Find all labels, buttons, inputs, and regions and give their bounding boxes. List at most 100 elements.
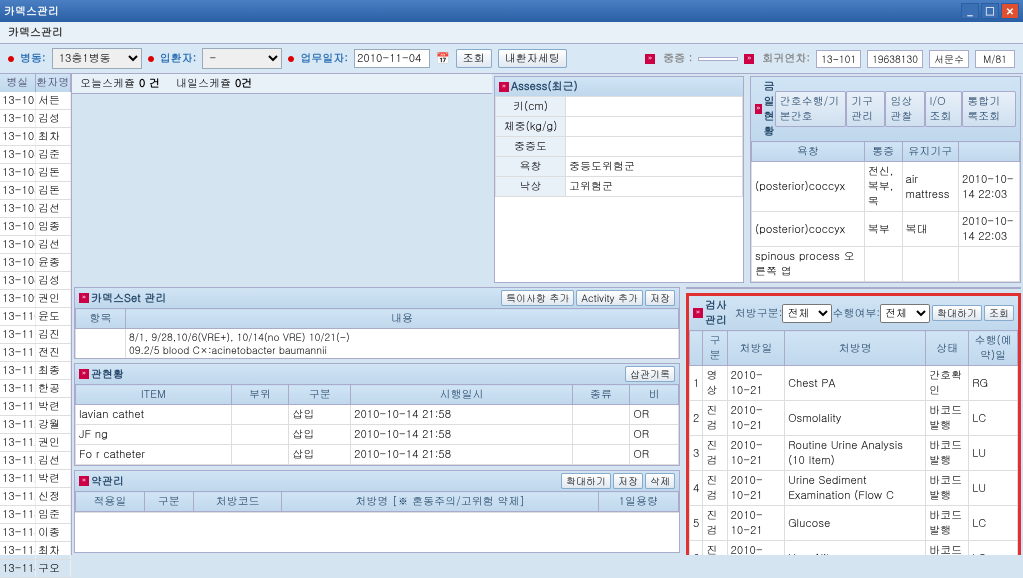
inpatient-label: 입환자: bbox=[160, 51, 197, 66]
cardex-set-title: 카덱스Set 관리 bbox=[91, 291, 499, 306]
btn-search[interactable]: 조회 bbox=[984, 305, 1014, 321]
schedule-bar: 오늘스케쥴0 건 내일스케쥴0건 bbox=[72, 74, 492, 94]
close-button[interactable]: ✕ bbox=[1001, 3, 1019, 19]
exam-title: 검사관리 bbox=[705, 298, 735, 328]
patient-row[interactable]: 13-113임준 bbox=[0, 506, 71, 524]
expand-icon[interactable]: » bbox=[79, 476, 89, 486]
patient-row[interactable]: 13-104김선 bbox=[0, 200, 71, 218]
expand-icon[interactable]: » bbox=[499, 82, 509, 92]
return-label: 회귀연차: bbox=[762, 51, 810, 66]
exam-row[interactable]: 4진검2010-10-21Urine Sediment Examination … bbox=[690, 471, 1018, 506]
ward-select[interactable]: 13층1병동 bbox=[52, 48, 142, 69]
patient-row[interactable]: 13-107윤종 bbox=[0, 254, 71, 272]
calendar-icon[interactable]: 📅 bbox=[436, 51, 450, 66]
patient-row[interactable]: 13-103김준 bbox=[0, 146, 71, 164]
expand-icon[interactable]: » bbox=[755, 104, 762, 114]
patient-row[interactable]: 13-112박련 bbox=[0, 470, 71, 488]
patient-row[interactable]: 13-102김성 bbox=[0, 110, 71, 128]
tab-clinical[interactable]: 임상관찰 bbox=[885, 91, 924, 127]
patient-row[interactable]: 13-111전진 bbox=[0, 344, 71, 362]
tab-integrated[interactable]: 통합기록조회 bbox=[962, 91, 1016, 127]
patient-row[interactable]: 13-109권인 bbox=[0, 290, 71, 308]
room-value: 13-101 bbox=[816, 50, 861, 68]
patient-no: 19638130 bbox=[867, 50, 923, 68]
memo-panel: »메모 Consult » 11 / 10 건 지시처방 행추가 행삭제 저장 … bbox=[686, 287, 1021, 289]
patient-row[interactable]: 13-110윤도 bbox=[0, 308, 71, 326]
patient-row[interactable]: 13-101서든 bbox=[0, 92, 71, 110]
tab-io[interactable]: I/O 조회 bbox=[925, 91, 963, 127]
patient-row[interactable]: 13-113최차 bbox=[0, 542, 71, 560]
inpatient-select[interactable]: - bbox=[202, 48, 282, 69]
tomorrow-count: 0건 bbox=[235, 76, 252, 91]
tomorrow-schedule-label: 내일스케쥴 bbox=[176, 76, 231, 91]
patient-row[interactable]: 13-111김진 bbox=[0, 326, 71, 344]
expand-icon[interactable]: » bbox=[693, 308, 703, 318]
cardex-set-panel: » 카덱스Set 관리 특이사항 추가 Activity 추가 저장 항목내용 … bbox=[74, 287, 680, 359]
patient-row[interactable]: 13-103김돈 bbox=[0, 164, 71, 182]
main-toolbar: 병동: 13층1병동 입환자: - 업무일자: 📅 조회 내환자세팅 » 중증 … bbox=[0, 44, 1023, 74]
pres-type-select[interactable]: 전체 bbox=[782, 304, 832, 323]
patient-row[interactable]: 13-112신정 bbox=[0, 488, 71, 506]
btn-special-add[interactable]: 특이사항 추가 bbox=[501, 290, 574, 306]
exam-row[interactable]: 6진검2010-10-21Urea Nitrogen바코드발행LC bbox=[690, 541, 1018, 556]
current-title: 금일현황 bbox=[764, 79, 775, 139]
maximize-button[interactable]: □ bbox=[981, 3, 999, 19]
patient-row[interactable]: 13-106김선 bbox=[0, 236, 71, 254]
patient-row[interactable]: 13-108김성 bbox=[0, 272, 71, 290]
receipt-select[interactable]: 전체 bbox=[880, 304, 930, 323]
patient-row[interactable]: 13-112김선 bbox=[0, 452, 71, 470]
left-head-room: 병실 bbox=[0, 74, 36, 92]
expand-icon[interactable]: » bbox=[744, 54, 754, 64]
workdate-input[interactable] bbox=[354, 49, 430, 68]
severity-value bbox=[698, 57, 738, 61]
patient-row[interactable]: 13-111박련 bbox=[0, 398, 71, 416]
patient-row[interactable]: 13-113이종 bbox=[0, 524, 71, 542]
patient-row[interactable]: 13-114구오 bbox=[0, 560, 71, 578]
pres-type-label: 처방구분: bbox=[735, 306, 783, 321]
dot-icon bbox=[148, 56, 154, 62]
exam-row[interactable]: 2진검2010-10-21Osmolality바코드발행LC bbox=[690, 401, 1018, 436]
btn-expand[interactable]: 확대하기 bbox=[561, 473, 611, 489]
patient-row[interactable]: 13-111최종 bbox=[0, 362, 71, 380]
patient-row[interactable]: 13-105임종 bbox=[0, 218, 71, 236]
ward-label: 병동: bbox=[20, 51, 46, 66]
patient-row[interactable]: 13-112강월 bbox=[0, 416, 71, 434]
btn-expand[interactable]: 확대하기 bbox=[932, 305, 982, 321]
patient-row[interactable]: 13-111한공 bbox=[0, 380, 71, 398]
search-button[interactable]: 조회 bbox=[456, 49, 492, 68]
btn-tube-record[interactable]: 삽관기록 bbox=[625, 366, 675, 382]
inpatient-setting-button[interactable]: 내환자세팅 bbox=[498, 49, 567, 68]
page-title: 카덱스관리 bbox=[0, 22, 1023, 44]
patient-row[interactable]: 13-112권인 bbox=[0, 434, 71, 452]
patient-list-body: 13-101서든13-102김성13-102최차13-103김준13-103김돈… bbox=[0, 92, 71, 578]
drug-panel: »약관리 확대하기 저장 삭제 적용일구분처방코드처방명 [※ 혼동주의/고위험… bbox=[74, 470, 680, 553]
exam-row[interactable]: 3진검2010-10-21Routine Urine Analysis (10 … bbox=[690, 436, 1018, 471]
assess-title: Assess(최근) bbox=[511, 79, 739, 94]
btn-save[interactable]: 저장 bbox=[645, 290, 675, 306]
exam-row[interactable]: 1영상2010-10-21Chest PA간호확인RG bbox=[690, 366, 1018, 401]
tube-title: 관현황 bbox=[91, 367, 623, 382]
expand-icon[interactable]: » bbox=[645, 54, 655, 64]
doc-label: 서문수 bbox=[929, 50, 969, 68]
patient-row[interactable]: 13-102최차 bbox=[0, 128, 71, 146]
current-status-panel: »금일현황 간호수행/기본간호 기구관리 임상관찰 I/O 조회 통합기록조회 … bbox=[750, 76, 1021, 283]
tab-nursing[interactable]: 간호수행/기본간호 bbox=[775, 91, 846, 127]
left-head-name: 환자명 bbox=[36, 74, 72, 92]
today-count: 0 건 bbox=[139, 76, 160, 91]
btn-save[interactable]: 저장 bbox=[613, 473, 643, 489]
patient-row[interactable]: 13-103김돈 bbox=[0, 182, 71, 200]
tab-device[interactable]: 기구관리 bbox=[846, 91, 885, 127]
assess-panel: »Assess(최근) 키(cm)체중(kg/g)중증도욕창중등도위험군낙상고위… bbox=[494, 76, 744, 283]
minimize-button[interactable]: _ bbox=[961, 3, 979, 19]
col-item: 항목 bbox=[76, 309, 126, 329]
btn-activity-add[interactable]: Activity 추가 bbox=[576, 290, 643, 306]
sex-age: M/81 bbox=[975, 50, 1015, 68]
expand-icon[interactable]: » bbox=[79, 293, 89, 303]
btn-delete[interactable]: 삭제 bbox=[645, 473, 675, 489]
dot-icon bbox=[8, 56, 14, 62]
severity-label: 중증 : bbox=[663, 51, 692, 66]
exam-row[interactable]: 5진검2010-10-21Glucose바코드발행LC bbox=[690, 506, 1018, 541]
receipt-label: 수행여부: bbox=[832, 306, 880, 321]
expand-icon[interactable]: » bbox=[79, 369, 89, 379]
patient-list: 병실 환자명 13-101서든13-102김성13-102최차13-103김준1… bbox=[0, 74, 72, 555]
